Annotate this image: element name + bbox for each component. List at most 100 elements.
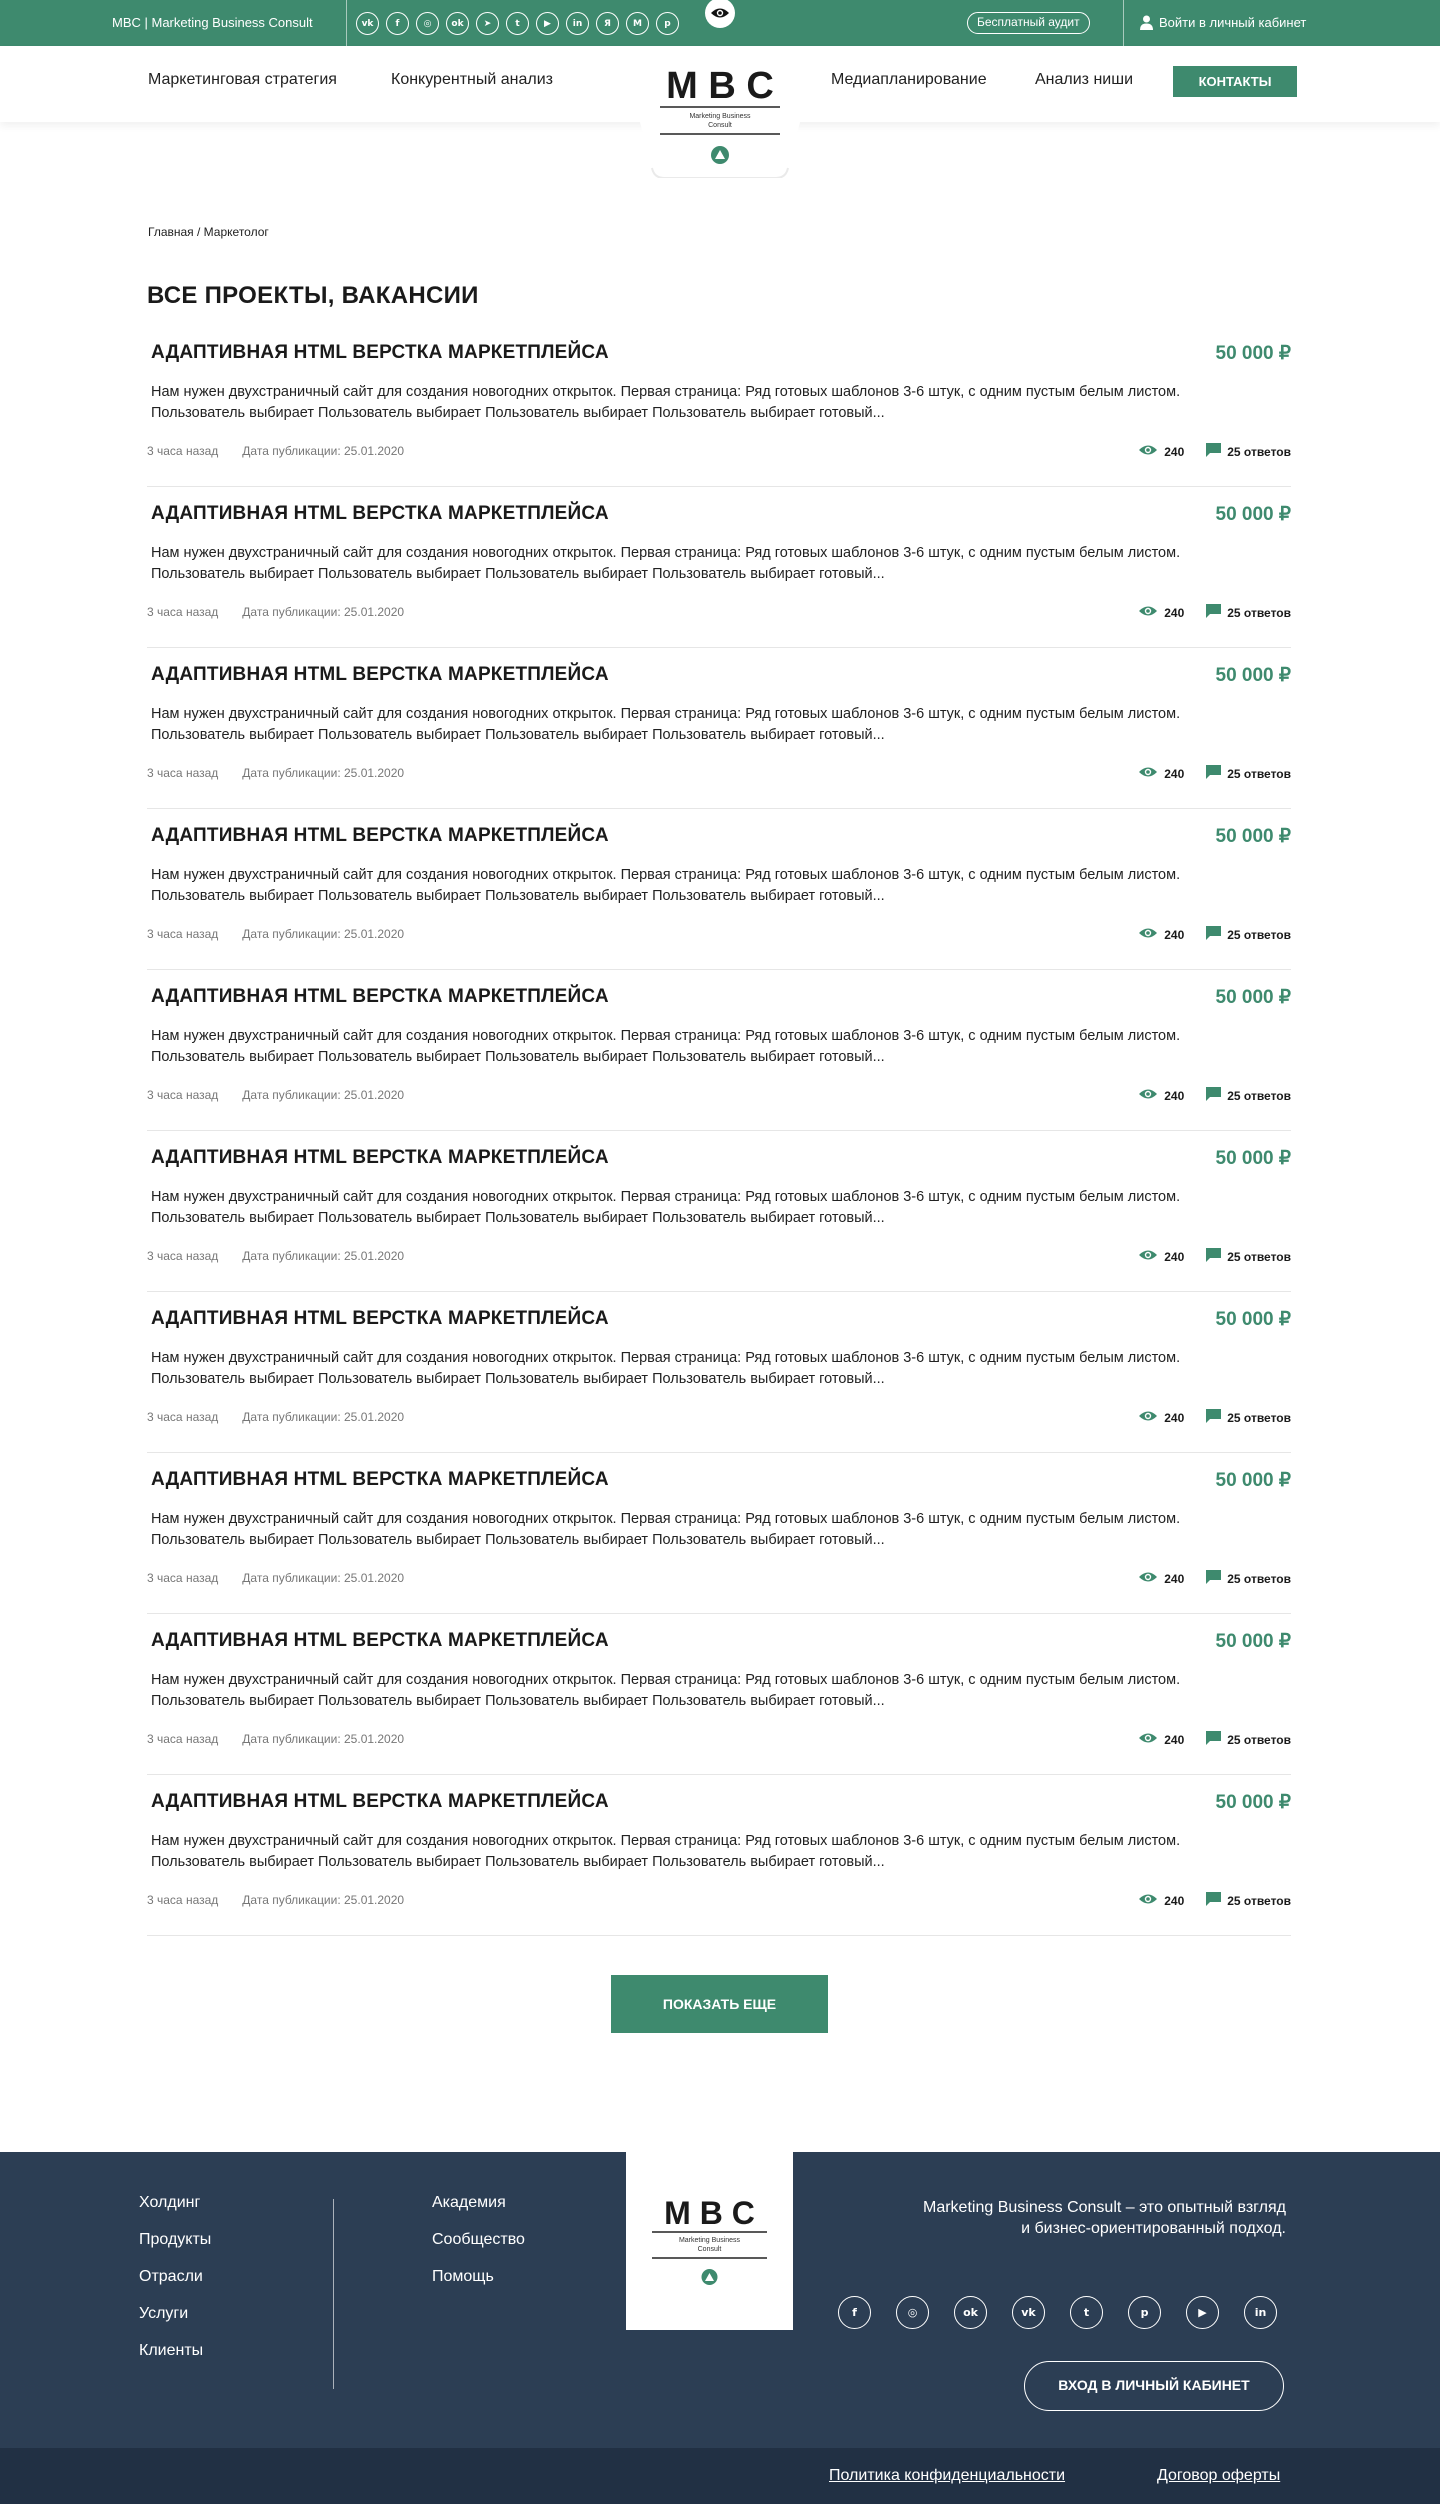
job-stats: 240 25 ответов xyxy=(1138,1087,1291,1104)
footer-link-academy[interactable]: Академия xyxy=(432,2194,525,2212)
job-time-ago: 3 часа назад xyxy=(147,1571,219,1585)
footer-about-line-2: и бизнес-ориентированный подход. xyxy=(1021,2220,1286,2237)
logo[interactable]: M B C Marketing Business Consult xyxy=(620,46,820,178)
login-link[interactable]: Войти в личный кабинет xyxy=(1140,15,1306,30)
accessibility-toggle[interactable] xyxy=(688,0,752,36)
divider xyxy=(346,0,347,46)
views-count: 240 xyxy=(1164,1893,1185,1908)
job-card[interactable]: АДАПТИВНАЯ HTML ВЕРСТКА МАРКЕТПЛЕЙСА 50 0… xyxy=(147,1614,1291,1775)
offer-agreement-link[interactable]: Договор оферты xyxy=(1157,2467,1280,2485)
nav-media-planning[interactable]: Медиапланирование xyxy=(831,71,987,89)
job-card[interactable]: АДАПТИВНАЯ HTML ВЕРСТКА МАРКЕТПЛЕЙСА 50 0… xyxy=(147,970,1291,1131)
footer-link-services[interactable]: Услуги xyxy=(139,2305,211,2323)
yandex-zen-icon[interactable]: Я xyxy=(596,12,619,35)
nav-competitive-analysis[interactable]: Конкурентный анализ xyxy=(391,71,553,89)
comment-icon xyxy=(1206,926,1222,943)
medium-icon[interactable]: M xyxy=(626,12,649,35)
footer-logo[interactable]: M B C Marketing Business Consult xyxy=(626,2152,793,2330)
breadcrumb[interactable]: Главная / Маркетолог xyxy=(148,225,269,239)
job-publish-date: Дата публикации: 25.01.2020 xyxy=(242,444,405,458)
job-title[interactable]: АДАПТИВНАЯ HTML ВЕРСТКА МАРКЕТПЛЕЙСА xyxy=(151,1630,609,1652)
job-title[interactable]: АДАПТИВНАЯ HTML ВЕРСТКА МАРКЕТПЛЕЙСА xyxy=(151,503,609,525)
job-card[interactable]: АДАПТИВНАЯ HTML ВЕРСТКА МАРКЕТПЛЕЙСА 50 0… xyxy=(147,1775,1291,1936)
footer-link-help[interactable]: Помощь xyxy=(432,2268,525,2286)
eye-icon xyxy=(1138,1571,1158,1586)
answers-count: 25 ответов xyxy=(1227,444,1291,459)
footer: Холдинг Продукты Отрасли Услуги Клиенты … xyxy=(0,2152,1440,2504)
job-views: 240 xyxy=(1138,444,1184,459)
footer-link-products[interactable]: Продукты xyxy=(139,2231,211,2249)
vk-icon[interactable]: vk xyxy=(1012,2296,1045,2329)
footer-link-industries[interactable]: Отрасли xyxy=(139,2268,211,2286)
job-description: Нам нужен двухстраничный сайт для создан… xyxy=(151,867,1181,904)
youtube-icon[interactable]: ▶ xyxy=(1186,2296,1219,2329)
job-card[interactable]: АДАПТИВНАЯ HTML ВЕРСТКА МАРКЕТПЛЕЙСА 50 0… xyxy=(147,1131,1291,1292)
eye-icon xyxy=(1138,1088,1158,1103)
job-title[interactable]: АДАПТИВНАЯ HTML ВЕРСТКА МАРКЕТПЛЕЙСА xyxy=(151,342,609,364)
job-title[interactable]: АДАПТИВНАЯ HTML ВЕРСТКА МАРКЕТПЛЕЙСА xyxy=(151,1469,609,1491)
facebook-icon[interactable]: f xyxy=(838,2296,871,2329)
job-card[interactable]: АДАПТИВНАЯ HTML ВЕРСТКА МАРКЕТПЛЕЙСА 50 0… xyxy=(147,1292,1291,1453)
youtube-icon[interactable]: ▶ xyxy=(536,12,559,35)
nav-marketing-strategy[interactable]: Маркетинговая стратегия xyxy=(148,71,337,89)
svg-text:M B C: M B C xyxy=(664,2195,755,2231)
views-count: 240 xyxy=(1164,1571,1185,1586)
comment-icon xyxy=(1206,1731,1222,1748)
views-count: 240 xyxy=(1164,1410,1185,1425)
facebook-icon[interactable]: f xyxy=(386,12,409,35)
job-title[interactable]: АДАПТИВНАЯ HTML ВЕРСТКА МАРКЕТПЛЕЙСА xyxy=(151,664,609,686)
vk-icon[interactable]: vk xyxy=(356,12,379,35)
job-price: 50 000 ₽ xyxy=(1215,1470,1291,1491)
job-meta: 3 часа назад Дата публикации: 25.01.2020 xyxy=(147,605,404,619)
job-title[interactable]: АДАПТИВНАЯ HTML ВЕРСТКА МАРКЕТПЛЕЙСА xyxy=(151,1791,609,1813)
job-meta: 3 часа назад Дата публикации: 25.01.2020 xyxy=(147,927,404,941)
twitter-icon[interactable]: t xyxy=(506,12,529,35)
linkedin-icon[interactable]: in xyxy=(566,12,589,35)
free-audit-button[interactable]: Бесплатный аудит xyxy=(967,12,1090,34)
footer-link-community[interactable]: Сообщество xyxy=(432,2231,525,2249)
job-price: 50 000 ₽ xyxy=(1215,1148,1291,1169)
job-time-ago: 3 часа назад xyxy=(147,1893,219,1907)
job-card[interactable]: АДАПТИВНАЯ HTML ВЕРСТКА МАРКЕТПЛЕЙСА 50 0… xyxy=(147,487,1291,648)
views-count: 240 xyxy=(1164,766,1185,781)
divider xyxy=(1123,0,1124,46)
job-title[interactable]: АДАПТИВНАЯ HTML ВЕРСТКА МАРКЕТПЛЕЙСА xyxy=(151,825,609,847)
footer-link-holding[interactable]: Холдинг xyxy=(139,2194,211,2212)
comment-icon xyxy=(1206,1248,1222,1265)
footer-link-clients[interactable]: Клиенты xyxy=(139,2342,211,2360)
job-stats: 240 25 ответов xyxy=(1138,926,1291,943)
show-more-button[interactable]: ПОКАЗАТЬ ЕЩЕ xyxy=(611,1975,828,2033)
job-answers: 25 ответов xyxy=(1206,926,1291,943)
job-views: 240 xyxy=(1138,766,1184,781)
pinterest-icon[interactable]: p xyxy=(656,12,679,35)
job-title[interactable]: АДАПТИВНАЯ HTML ВЕРСТКА МАРКЕТПЛЕЙСА xyxy=(151,1308,609,1330)
views-count: 240 xyxy=(1164,927,1185,942)
job-title[interactable]: АДАПТИВНАЯ HTML ВЕРСТКА МАРКЕТПЛЕЙСА xyxy=(151,1147,609,1169)
job-views: 240 xyxy=(1138,1732,1184,1747)
footer-social-links: f ◎ ok vk t p ▶ in xyxy=(838,2296,1277,2329)
linkedin-icon[interactable]: in xyxy=(1244,2296,1277,2329)
job-title[interactable]: АДАПТИВНАЯ HTML ВЕРСТКА МАРКЕТПЛЕЙСА xyxy=(151,986,609,1008)
twitter-icon[interactable]: t xyxy=(1070,2296,1103,2329)
job-card[interactable]: АДАПТИВНАЯ HTML ВЕРСТКА МАРКЕТПЛЕЙСА 50 0… xyxy=(147,326,1291,487)
pinterest-icon[interactable]: p xyxy=(1128,2296,1161,2329)
instagram-icon[interactable]: ◎ xyxy=(416,12,439,35)
job-card[interactable]: АДАПТИВНАЯ HTML ВЕРСТКА МАРКЕТПЛЕЙСА 50 0… xyxy=(147,1453,1291,1614)
odnoklassniki-icon[interactable]: ok xyxy=(446,12,469,35)
job-card[interactable]: АДАПТИВНАЯ HTML ВЕРСТКА МАРКЕТПЛЕЙСА 50 0… xyxy=(147,648,1291,809)
views-count: 240 xyxy=(1164,1732,1185,1747)
privacy-policy-link[interactable]: Политика конфиденциальности xyxy=(829,2467,1065,2485)
job-price: 50 000 ₽ xyxy=(1215,826,1291,847)
telegram-icon[interactable]: ➤ xyxy=(476,12,499,35)
job-price: 50 000 ₽ xyxy=(1215,504,1291,525)
instagram-icon[interactable]: ◎ xyxy=(896,2296,929,2329)
eye-icon xyxy=(1138,1410,1158,1425)
odnoklassniki-icon[interactable]: ok xyxy=(954,2296,987,2329)
job-time-ago: 3 часа назад xyxy=(147,1249,219,1263)
job-views: 240 xyxy=(1138,1893,1184,1908)
contacts-button[interactable]: КОНТАКТЫ xyxy=(1173,66,1297,97)
job-card[interactable]: АДАПТИВНАЯ HTML ВЕРСТКА МАРКЕТПЛЕЙСА 50 0… xyxy=(147,809,1291,970)
footer-login-button[interactable]: ВХОД В ЛИЧНЫЙ КАБИНЕТ xyxy=(1024,2361,1284,2411)
eye-icon xyxy=(1138,1249,1158,1264)
nav-niche-analysis[interactable]: Анализ ниши xyxy=(1035,71,1133,89)
